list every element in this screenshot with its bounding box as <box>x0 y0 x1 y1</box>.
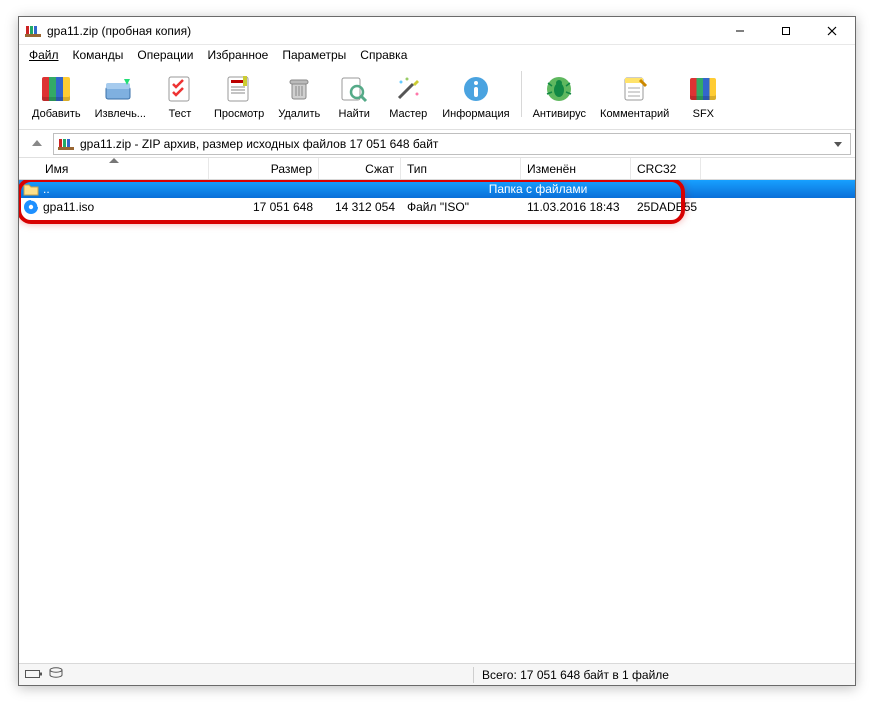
wand-icon <box>391 72 425 106</box>
archive-icon <box>58 136 74 152</box>
column-modified[interactable]: Изменён <box>521 158 631 179</box>
close-button[interactable] <box>809 17 855 44</box>
menu-favorites[interactable]: Избранное <box>202 46 275 64</box>
extract-button[interactable]: Извлечь... <box>88 69 153 123</box>
column-filler <box>701 158 855 179</box>
status-total: Всего: 17 051 648 байт в 1 файле <box>482 668 849 682</box>
column-name[interactable]: Имя <box>19 158 209 179</box>
battery-icon <box>25 668 43 682</box>
test-icon <box>163 72 197 106</box>
menu-operations[interactable]: Операции <box>131 46 199 64</box>
column-size[interactable]: Размер <box>209 158 319 179</box>
folder-up-icon <box>23 181 39 197</box>
toolbar: Добавить Извлечь... Тест Просмотр Удалит… <box>19 65 855 130</box>
column-type[interactable]: Тип <box>401 158 521 179</box>
row-name: gpa11.iso <box>43 200 94 214</box>
winrar-window: gpa11.zip (пробная копия) Файл Команды О… <box>18 16 856 686</box>
address-field[interactable]: gpa11.zip - ZIP архив, размер исходных ф… <box>53 133 851 155</box>
file-row[interactable]: gpa11.iso 17 051 648 14 312 054 Файл "IS… <box>19 198 855 216</box>
test-button[interactable]: Тест <box>153 69 207 123</box>
minimize-button[interactable] <box>717 17 763 44</box>
row-type: Папка с файлами <box>401 182 675 196</box>
row-crc: 25DADE55 <box>631 200 701 214</box>
titlebar: gpa11.zip (пробная копия) <box>19 17 855 45</box>
bug-icon <box>542 72 576 106</box>
notepad-icon <box>618 72 652 106</box>
disk-icon <box>49 667 63 682</box>
parent-folder-row[interactable]: .. Папка с файлами <box>19 180 855 198</box>
row-name: .. <box>43 182 50 196</box>
sfx-button[interactable]: SFX <box>676 69 730 123</box>
antivirus-button[interactable]: Антивирус <box>526 69 593 123</box>
view-button[interactable]: Просмотр <box>207 69 271 123</box>
column-headers: Имя Размер Сжат Тип Изменён CRC32 <box>19 158 855 180</box>
toolbar-separator <box>521 71 522 117</box>
comment-button[interactable]: Комментарий <box>593 69 676 123</box>
iso-file-icon <box>23 199 39 215</box>
row-packed: 14 312 054 <box>319 200 401 214</box>
menu-commands[interactable]: Команды <box>67 46 130 64</box>
delete-button[interactable]: Удалить <box>271 69 327 123</box>
trash-icon <box>282 72 316 106</box>
view-icon <box>222 72 256 106</box>
info-icon <box>459 72 493 106</box>
wizard-button[interactable]: Мастер <box>381 69 435 123</box>
address-text: gpa11.zip - ZIP архив, размер исходных ф… <box>80 137 824 151</box>
status-bar: Всего: 17 051 648 байт в 1 файле <box>19 663 855 685</box>
address-dropdown-icon[interactable] <box>830 139 846 149</box>
window-title: gpa11.zip (пробная копия) <box>47 24 717 38</box>
status-divider <box>473 667 474 683</box>
column-crc[interactable]: CRC32 <box>631 158 701 179</box>
menubar: Файл Команды Операции Избранное Параметр… <box>19 45 855 65</box>
search-icon <box>337 72 371 106</box>
row-type: Файл "ISO" <box>401 200 521 214</box>
info-button[interactable]: Информация <box>435 69 516 123</box>
address-bar: gpa11.zip - ZIP архив, размер исходных ф… <box>19 130 855 158</box>
sfx-icon <box>686 72 720 106</box>
row-modified: 11.03.2016 18:43 <box>521 200 631 214</box>
find-button[interactable]: Найти <box>327 69 381 123</box>
row-size: 17 051 648 <box>209 200 319 214</box>
maximize-button[interactable] <box>763 17 809 44</box>
menu-options[interactable]: Параметры <box>276 46 352 64</box>
extract-icon <box>103 72 137 106</box>
file-list[interactable]: .. Папка с файлами gpa11.iso 17 051 648 … <box>19 180 855 663</box>
books-plus-icon <box>39 72 73 106</box>
column-packed[interactable]: Сжат <box>319 158 401 179</box>
menu-file[interactable]: Файл <box>23 46 65 64</box>
menu-help[interactable]: Справка <box>354 46 413 64</box>
up-button[interactable] <box>23 132 51 156</box>
add-button[interactable]: Добавить <box>25 69 88 123</box>
app-icon <box>25 23 41 39</box>
